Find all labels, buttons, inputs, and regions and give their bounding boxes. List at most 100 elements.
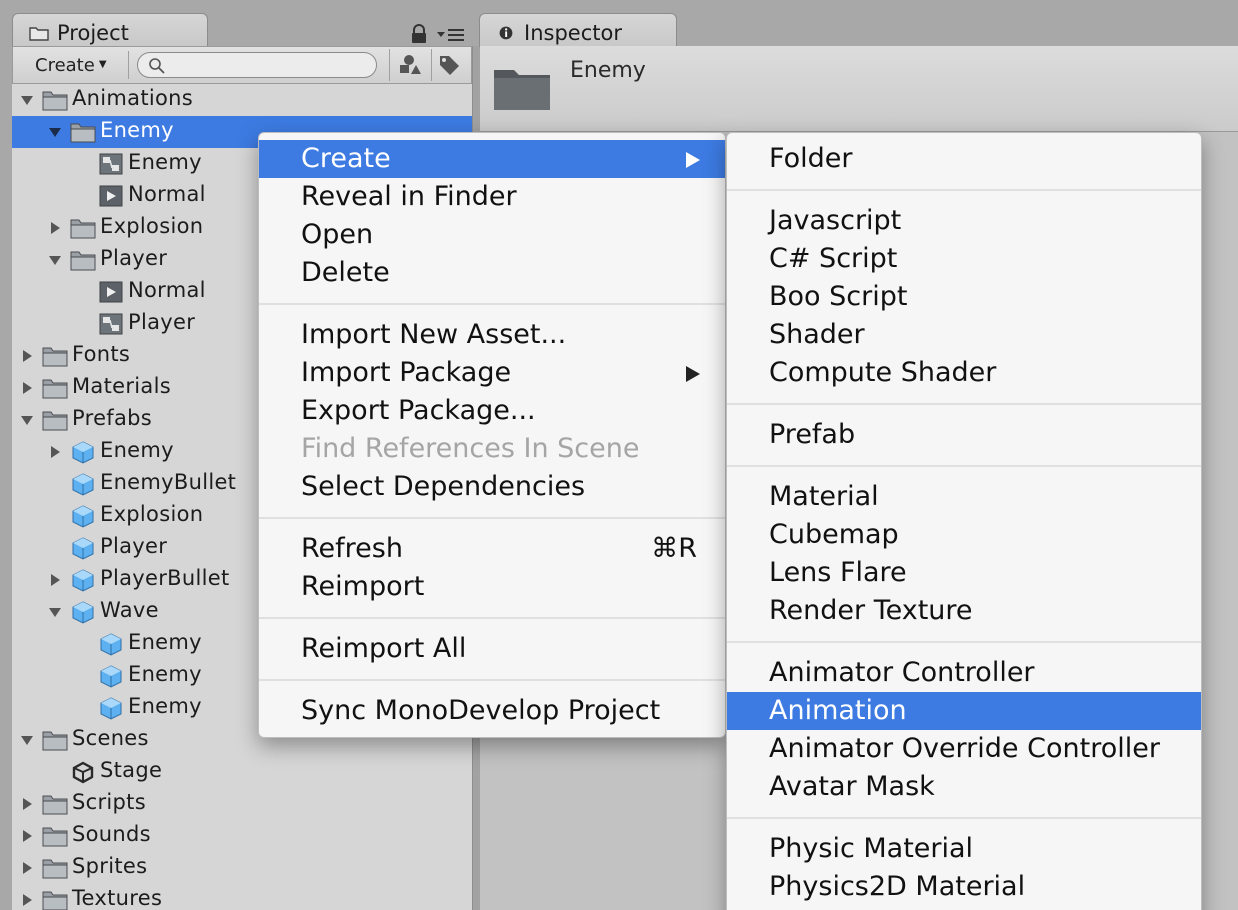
collapsed-arrow-icon[interactable] bbox=[48, 445, 62, 459]
menu-item[interactable]: Refresh ⌘R bbox=[259, 530, 725, 568]
menu-separator bbox=[727, 641, 1201, 643]
submenu-arrow-icon bbox=[686, 366, 700, 382]
menu-item[interactable]: Shader bbox=[727, 316, 1201, 354]
menu-item[interactable]: Boo Script bbox=[727, 278, 1201, 316]
tree-item-label: Animations bbox=[72, 86, 194, 110]
menu-item[interactable]: Reveal in Finder bbox=[259, 178, 725, 216]
menu-item[interactable]: Select Dependencies bbox=[259, 468, 725, 506]
menu-item[interactable]: C# Script bbox=[727, 240, 1201, 278]
menu-item-label: Cubemap bbox=[769, 519, 899, 550]
menu-item[interactable]: Physics2D Material bbox=[727, 868, 1201, 906]
animation-clip-icon bbox=[99, 185, 123, 207]
menu-item[interactable]: Import New Asset... bbox=[259, 316, 725, 354]
menu-item[interactable]: Lens Flare bbox=[727, 554, 1201, 592]
dropdown-caret-icon: ▼ bbox=[98, 59, 107, 70]
menu-item-label: Reimport bbox=[301, 571, 425, 602]
menu-item[interactable]: Animator Override Controller bbox=[727, 730, 1201, 768]
menu-item[interactable]: Animation bbox=[727, 692, 1201, 730]
menu-item[interactable]: Reimport All bbox=[259, 630, 725, 668]
search-input[interactable] bbox=[137, 52, 377, 78]
expanded-arrow-icon[interactable] bbox=[20, 93, 34, 107]
collapsed-arrow-icon[interactable] bbox=[20, 861, 34, 875]
menu-item-label: Avatar Mask bbox=[769, 771, 935, 802]
lock-icon[interactable] bbox=[410, 24, 428, 44]
menu-item[interactable]: Render Texture bbox=[727, 592, 1201, 630]
menu-item[interactable]: Prefab bbox=[727, 416, 1201, 454]
menu-separator bbox=[259, 303, 725, 305]
search-icon bbox=[149, 58, 165, 74]
menu-item-label: Animator Controller bbox=[769, 657, 1035, 688]
tree-item[interactable]: Stage bbox=[12, 756, 472, 788]
menu-separator bbox=[727, 465, 1201, 467]
folder-icon bbox=[42, 347, 68, 367]
tree-item[interactable]: Sprites bbox=[12, 852, 472, 884]
menu-item[interactable]: Create bbox=[259, 140, 725, 178]
collapsed-arrow-icon[interactable] bbox=[48, 221, 62, 235]
menu-item[interactable]: Physic Material bbox=[727, 830, 1201, 868]
folder-icon bbox=[70, 251, 96, 271]
collapsed-arrow-icon[interactable] bbox=[20, 797, 34, 811]
prefab-icon bbox=[100, 665, 122, 688]
folder-icon bbox=[42, 795, 68, 815]
tree-item-label: PlayerBullet bbox=[100, 566, 230, 590]
folder-icon bbox=[42, 891, 68, 910]
expanded-arrow-icon[interactable] bbox=[20, 733, 34, 747]
menu-separator bbox=[727, 817, 1201, 819]
tree-item-label: Enemy bbox=[100, 438, 174, 462]
menu-item[interactable]: Export Package... bbox=[259, 392, 725, 430]
collapsed-arrow-icon[interactable] bbox=[20, 349, 34, 363]
menu-item[interactable]: Compute Shader bbox=[727, 354, 1201, 392]
tree-item[interactable]: Textures bbox=[12, 884, 472, 910]
create-dropdown-button[interactable]: Create ▼ bbox=[27, 51, 129, 79]
shapes-icon bbox=[400, 55, 421, 74]
tree-item-label: Stage bbox=[100, 758, 163, 782]
filter-by-type-button[interactable] bbox=[389, 49, 423, 81]
collapsed-arrow-icon[interactable] bbox=[20, 893, 34, 907]
expanded-arrow-icon[interactable] bbox=[48, 605, 62, 619]
menu-item[interactable]: Avatar Mask bbox=[727, 768, 1201, 806]
menu-item[interactable]: Delete bbox=[259, 254, 725, 292]
menu-item[interactable]: Open bbox=[259, 216, 725, 254]
tab-project-label: Project bbox=[57, 20, 129, 45]
menu-item-label: Folder bbox=[769, 143, 853, 174]
expanded-arrow-icon[interactable] bbox=[48, 253, 62, 267]
menu-item[interactable]: Javascript bbox=[727, 202, 1201, 240]
menu-item[interactable]: Cubemap bbox=[727, 516, 1201, 554]
tab-project[interactable]: Project bbox=[12, 13, 208, 47]
tree-item-label: Explosion bbox=[100, 502, 204, 526]
tree-item-label: Normal bbox=[128, 182, 206, 206]
tree-item-label: Enemy bbox=[100, 118, 174, 142]
unity-scene-icon bbox=[72, 761, 94, 784]
menu-item[interactable]: Material bbox=[727, 478, 1201, 516]
menu-item[interactable]: Reimport bbox=[259, 568, 725, 606]
tag-icon bbox=[440, 56, 459, 75]
filter-by-label-button[interactable] bbox=[431, 49, 465, 81]
folder-icon bbox=[42, 859, 68, 879]
menu-item[interactable]: Animator Controller bbox=[727, 654, 1201, 692]
panel-menu-icon[interactable] bbox=[436, 26, 466, 44]
tree-item[interactable]: Sounds bbox=[12, 820, 472, 852]
tree-item-label: Wave bbox=[100, 598, 159, 622]
menu-item-label: Reimport All bbox=[301, 633, 467, 664]
expanded-arrow-icon[interactable] bbox=[48, 125, 62, 139]
collapsed-arrow-icon[interactable] bbox=[48, 573, 62, 587]
prefab-icon bbox=[100, 697, 122, 720]
expanded-arrow-icon[interactable] bbox=[20, 413, 34, 427]
inspector-title: Enemy bbox=[570, 58, 646, 83]
tab-inspector[interactable]: Inspector bbox=[479, 13, 677, 47]
collapsed-arrow-icon[interactable] bbox=[20, 381, 34, 395]
menu-item-label: Delete bbox=[301, 257, 390, 288]
folder-icon bbox=[42, 379, 68, 399]
tree-item-label: Enemy bbox=[128, 662, 202, 686]
menu-item[interactable]: Folder bbox=[727, 140, 1201, 178]
tree-item[interactable]: Scripts bbox=[12, 788, 472, 820]
create-button-label: Create bbox=[35, 55, 95, 76]
menu-item[interactable]: Sync MonoDevelop Project bbox=[259, 692, 725, 730]
menu-item-label: Shader bbox=[769, 319, 865, 350]
collapsed-arrow-icon[interactable] bbox=[20, 829, 34, 843]
menu-item-label: Export Package... bbox=[301, 395, 536, 426]
tree-item[interactable]: Animations bbox=[12, 84, 472, 116]
tree-item-label: Scripts bbox=[72, 790, 146, 814]
tree-item-label: Player bbox=[100, 246, 168, 270]
menu-item[interactable]: Import Package bbox=[259, 354, 725, 392]
